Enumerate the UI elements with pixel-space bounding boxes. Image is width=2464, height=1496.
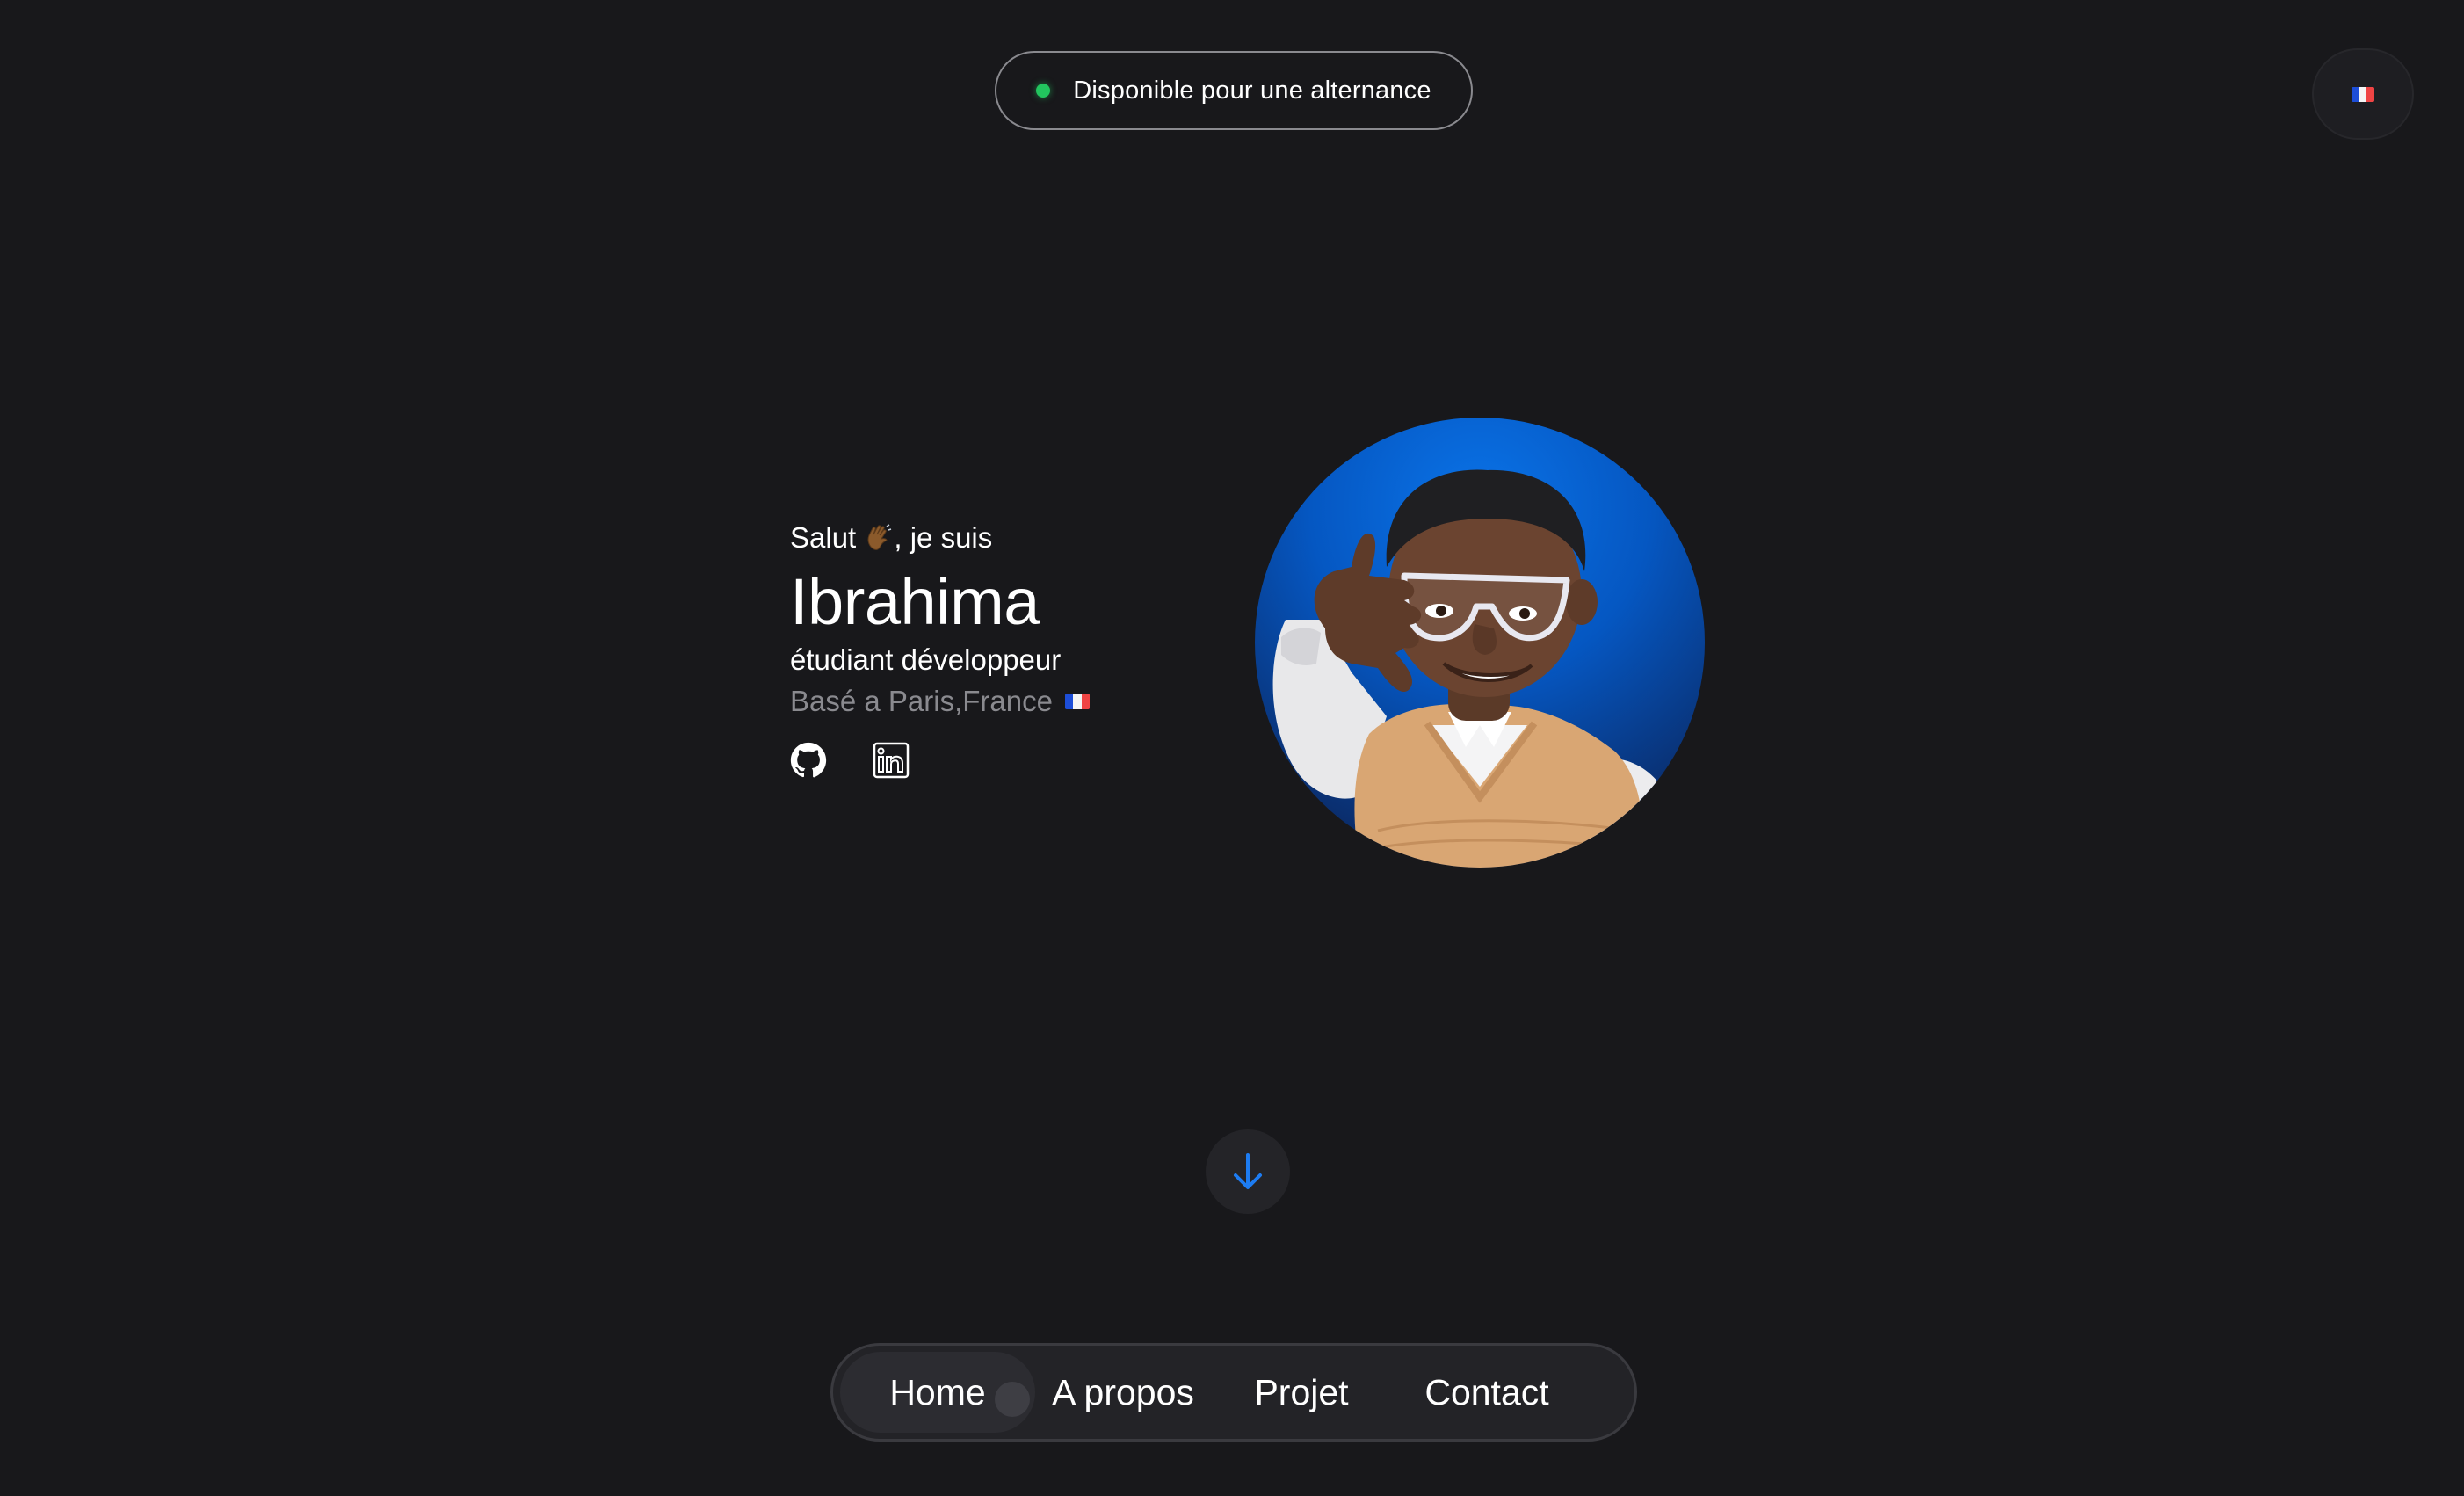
availability-text: Disponible pour une alternance <box>1073 76 1431 105</box>
nav-item-label: Home <box>889 1371 986 1412</box>
greeting-suffix: , je suis <box>894 521 993 554</box>
arrow-down-icon <box>1234 1153 1262 1189</box>
availability-badge: Disponible pour une alternance <box>995 51 1473 130</box>
person-name: Ibrahima <box>790 565 1040 638</box>
scroll-down-button[interactable] <box>1206 1129 1290 1214</box>
language-toggle-button[interactable] <box>2312 48 2414 140</box>
nav-item-label: Contact <box>1424 1371 1549 1412</box>
social-links <box>790 742 1229 779</box>
greeting: Salut , je suis <box>790 513 1229 564</box>
greeting-prefix: Salut <box>790 521 857 554</box>
nav-item-home[interactable]: Home <box>840 1352 1035 1433</box>
location-text: Basé a Paris,France <box>790 685 1053 717</box>
hero-intro: Salut , je suis Ibrahima étudiant dévelo… <box>790 513 1229 779</box>
nav-active-indicator <box>995 1382 1030 1417</box>
bottom-navigation: Home A propos Projet Contact <box>830 1343 1637 1442</box>
flag-fr-icon <box>1064 694 1090 709</box>
linkedin-icon[interactable] <box>873 742 910 779</box>
nav-item-label: A propos <box>1052 1371 1194 1412</box>
person-role: étudiant développeur <box>790 643 1062 676</box>
person-location: Basé a Paris,France <box>790 680 1229 723</box>
nav-item-about[interactable]: A propos <box>1040 1352 1206 1433</box>
flag-fr-icon <box>2352 86 2374 102</box>
nav-item-label: Projet <box>1254 1371 1349 1412</box>
nav-item-project[interactable]: Projet <box>1236 1352 1367 1433</box>
github-icon[interactable] <box>790 742 827 779</box>
waving-hand-icon <box>866 515 892 564</box>
page: Disponible pour une alternance Salut , j… <box>0 0 2464 1496</box>
memoji-avatar <box>1255 418 1705 868</box>
nav-item-contact[interactable]: Contact <box>1408 1352 1566 1433</box>
status-dot-icon <box>1036 84 1051 98</box>
